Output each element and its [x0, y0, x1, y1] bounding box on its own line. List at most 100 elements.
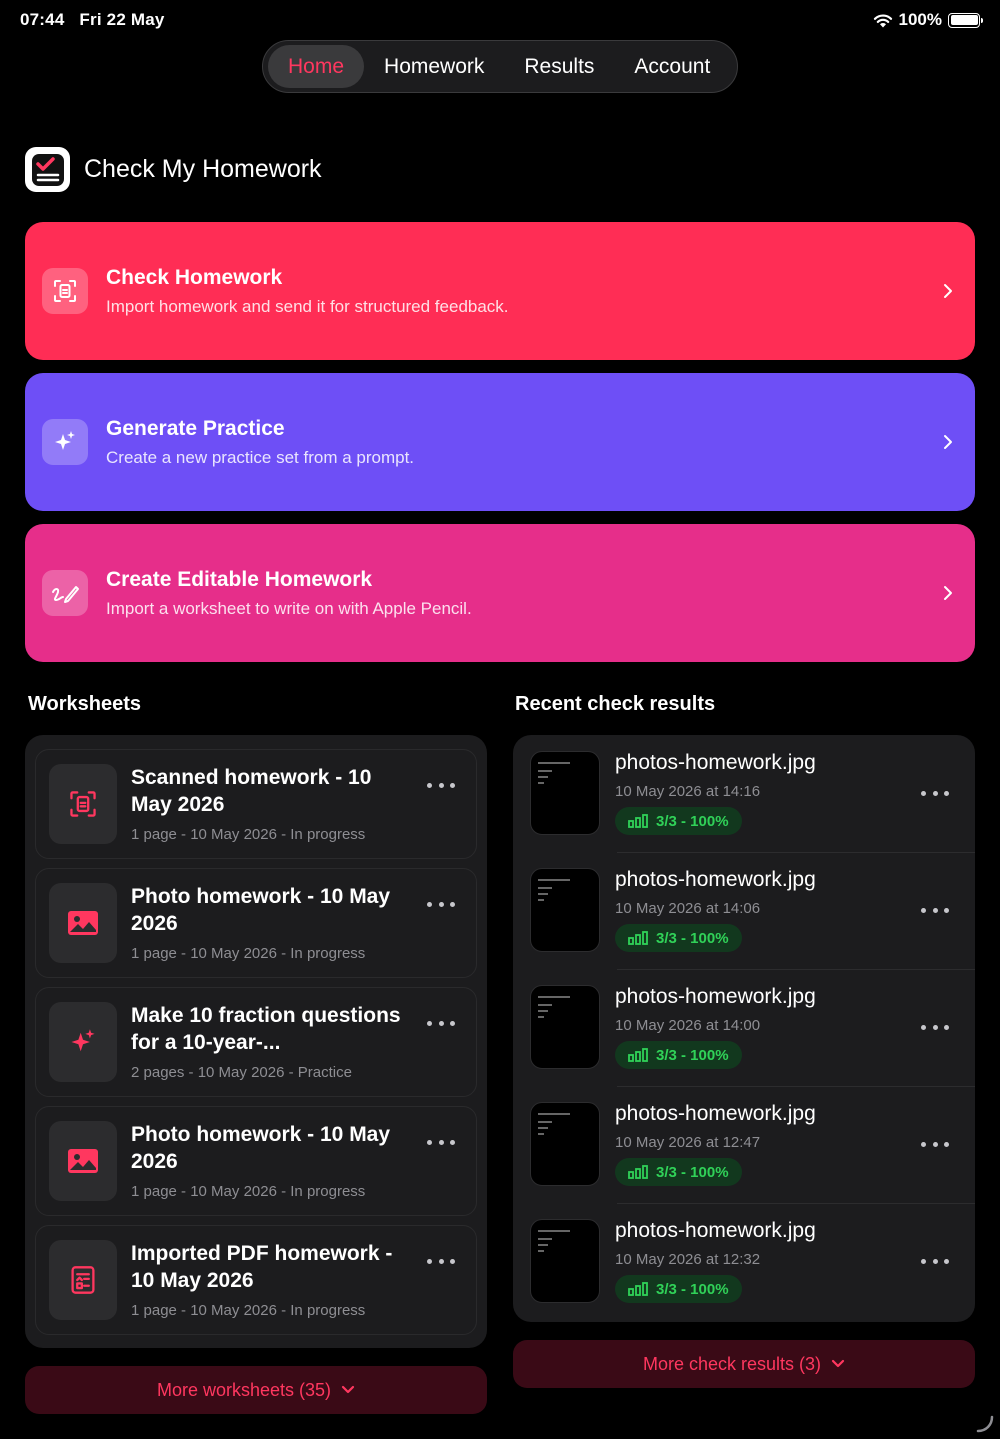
more-options-icon[interactable]	[427, 1256, 455, 1266]
score-text: 3/3 - 100%	[656, 1280, 729, 1298]
worksheets-panel: Scanned homework - 10 May 2026 1 page - …	[25, 735, 487, 1348]
worksheet-meta: 1 page - 10 May 2026 - In progress	[131, 1183, 366, 1200]
create-editable-homework-title: Create Editable Homework	[106, 567, 373, 591]
homework-thumbnail	[530, 1219, 600, 1303]
result-date: 10 May 2026 at 12:47	[615, 1134, 761, 1151]
battery-icon	[948, 12, 983, 28]
score-text: 3/3 - 100%	[656, 929, 729, 947]
app-header: Check My Homework	[25, 147, 322, 192]
check-homework-subtitle: Import homework and send it for structur…	[106, 296, 509, 316]
tab-home[interactable]: Home	[268, 45, 365, 88]
score-badge: 3/3 - 100%	[615, 1158, 742, 1186]
worksheet-item[interactable]: Imported PDF homework - 10 May 2026 1 pa…	[35, 1225, 477, 1335]
app-logo-icon	[25, 147, 70, 192]
result-title: photos-homework.jpg	[615, 985, 816, 1008]
document-scan-icon	[49, 764, 117, 844]
more-options-icon[interactable]	[921, 1022, 949, 1032]
result-title: photos-homework.jpg	[615, 1219, 816, 1242]
result-date: 10 May 2026 at 14:00	[615, 1017, 761, 1034]
more-options-icon[interactable]	[921, 1256, 949, 1266]
pdf-document-icon	[49, 1240, 117, 1320]
status-indicators: 100%	[873, 10, 983, 30]
score-text: 3/3 - 100%	[656, 1046, 729, 1064]
worksheet-title: Scanned homework - 10 May 2026	[131, 766, 372, 816]
worksheet-item[interactable]: Scanned homework - 10 May 2026 1 page - …	[35, 749, 477, 859]
tab-homework[interactable]: Homework	[364, 45, 504, 88]
photo-icon	[49, 1121, 117, 1201]
more-check-results-button[interactable]: More check results (3)	[513, 1340, 975, 1388]
status-time-date: 07:44 Fri 22 May	[20, 10, 165, 30]
homework-thumbnail	[530, 1102, 600, 1186]
chevron-right-icon	[938, 583, 958, 603]
bar-chart-icon	[628, 1282, 648, 1296]
chevron-right-icon	[938, 281, 958, 301]
bar-chart-icon	[628, 814, 648, 828]
chevron-right-icon	[938, 432, 958, 452]
more-check-results-label: More check results (3)	[642, 1353, 822, 1374]
more-worksheets-button[interactable]: More worksheets (35)	[25, 1366, 487, 1414]
more-options-icon[interactable]	[427, 1018, 455, 1028]
generate-practice-title: Generate Practice	[106, 416, 285, 440]
result-date: 10 May 2026 at 12:32	[615, 1251, 761, 1268]
top-tab-bar: Home Homework Results Account	[262, 40, 738, 93]
score-text: 3/3 - 100%	[656, 1163, 729, 1181]
more-options-icon[interactable]	[921, 788, 949, 798]
generate-practice-card[interactable]: Generate Practice Create a new practice …	[25, 373, 975, 511]
more-options-icon[interactable]	[427, 1137, 455, 1147]
worksheet-meta: 1 page - 10 May 2026 - In progress	[131, 945, 366, 962]
result-title: photos-homework.jpg	[615, 1102, 816, 1125]
wifi-icon	[873, 14, 892, 27]
pencil-scribble-icon	[42, 570, 88, 616]
more-options-icon[interactable]	[427, 780, 455, 790]
battery-percent: 100%	[898, 10, 942, 29]
check-homework-card[interactable]: Check Homework Import homework and send …	[25, 222, 975, 360]
create-editable-homework-subtitle: Import a worksheet to write on with Appl…	[106, 598, 472, 618]
score-badge: 3/3 - 100%	[615, 807, 742, 835]
tab-results[interactable]: Results	[504, 45, 614, 88]
score-badge: 3/3 - 100%	[615, 924, 742, 952]
score-text: 3/3 - 100%	[656, 812, 729, 830]
result-item[interactable]: photos-homework.jpg 10 May 2026 at 14:16…	[513, 735, 975, 852]
check-homework-title: Check Homework	[106, 265, 283, 289]
more-options-icon[interactable]	[427, 899, 455, 909]
bar-chart-icon	[628, 1048, 648, 1062]
tab-account[interactable]: Account	[614, 45, 730, 88]
homework-thumbnail	[530, 985, 600, 1069]
results-section-title: Recent check results	[515, 693, 716, 715]
result-item[interactable]: photos-homework.jpg 10 May 2026 at 14:06…	[513, 852, 975, 969]
worksheet-title: Make 10 fraction questions for a 10-year…	[131, 1004, 401, 1054]
photo-icon	[49, 883, 117, 963]
worksheet-item[interactable]: Photo homework - 10 May 2026 1 page - 10…	[35, 1106, 477, 1216]
result-item[interactable]: photos-homework.jpg 10 May 2026 at 12:32…	[513, 1203, 975, 1320]
create-editable-homework-card[interactable]: Create Editable Homework Import a worksh…	[25, 524, 975, 662]
resize-handle-icon[interactable]	[974, 1413, 994, 1433]
worksheet-item[interactable]: Make 10 fraction questions for a 10-year…	[35, 987, 477, 1097]
worksheet-item[interactable]: Photo homework - 10 May 2026 1 page - 10…	[35, 868, 477, 978]
score-badge: 3/3 - 100%	[615, 1041, 742, 1069]
homework-thumbnail	[530, 751, 600, 835]
result-date: 10 May 2026 at 14:16	[615, 783, 761, 800]
worksheets-section-title: Worksheets	[28, 693, 142, 715]
result-item[interactable]: photos-homework.jpg 10 May 2026 at 14:00…	[513, 969, 975, 1086]
worksheet-title: Photo homework - 10 May 2026	[131, 885, 391, 935]
more-options-icon[interactable]	[921, 905, 949, 915]
sparkles-icon	[49, 1002, 117, 1082]
more-options-icon[interactable]	[921, 1139, 949, 1149]
worksheet-meta: 2 pages - 10 May 2026 - Practice	[131, 1064, 352, 1081]
app-title: Check My Homework	[84, 155, 322, 183]
homework-thumbnail	[530, 868, 600, 952]
generate-practice-subtitle: Create a new practice set from a prompt.	[106, 447, 415, 467]
score-badge: 3/3 - 100%	[615, 1275, 742, 1303]
results-panel: photos-homework.jpg 10 May 2026 at 14:16…	[513, 735, 975, 1322]
result-item[interactable]: photos-homework.jpg 10 May 2026 at 12:47…	[513, 1086, 975, 1203]
more-worksheets-label: More worksheets (35)	[156, 1379, 332, 1400]
bar-chart-icon	[628, 931, 648, 945]
document-scan-icon	[42, 268, 88, 314]
result-date: 10 May 2026 at 14:06	[615, 900, 761, 917]
worksheet-meta: 1 page - 10 May 2026 - In progress	[131, 826, 366, 843]
worksheet-meta: 1 page - 10 May 2026 - In progress	[131, 1302, 366, 1319]
result-title: photos-homework.jpg	[615, 751, 816, 774]
status-time: 07:44	[20, 10, 65, 29]
chevron-down-icon	[341, 1385, 355, 1394]
status-bar: 07:44 Fri 22 May 100%	[0, 0, 1000, 40]
